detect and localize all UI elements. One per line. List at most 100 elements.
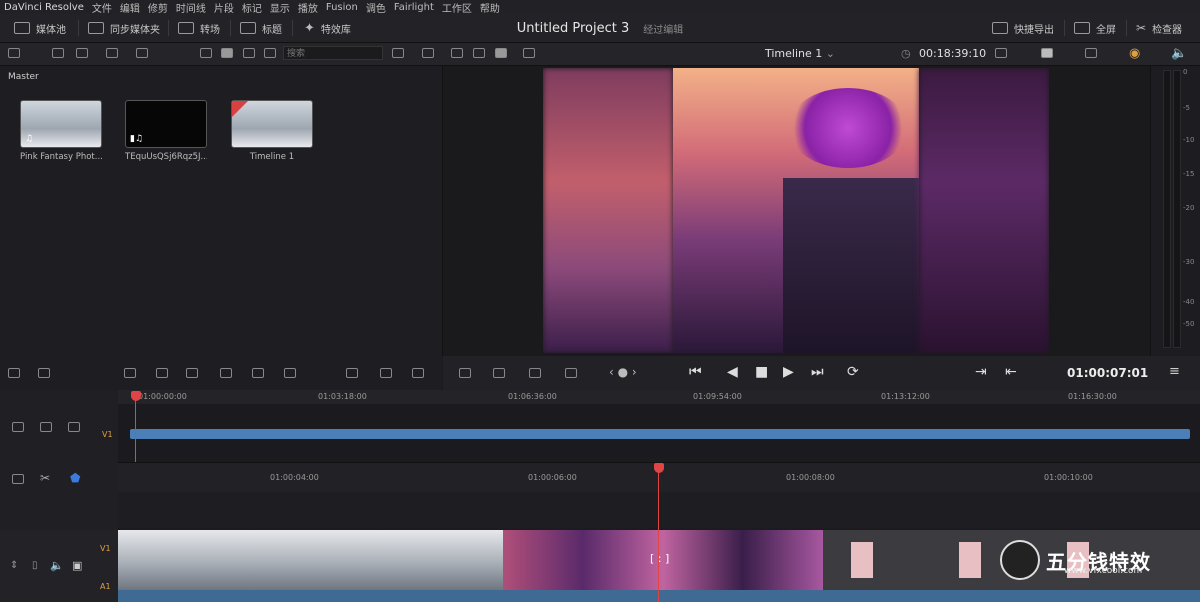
play-icon[interactable]: ▶ [783,364,794,380]
layout-icon[interactable] [523,48,535,58]
menu-timeline[interactable]: 时间线 [176,0,206,15]
filmstrip-view-icon[interactable] [243,48,255,58]
sync-icon[interactable] [106,48,118,58]
media-pool-label: 媒体池 [36,24,66,36]
lock-icon[interactable]: ▯ [32,560,38,571]
empty-track-area[interactable] [118,492,1200,528]
stop-icon[interactable]: ■ [755,364,768,380]
media-clip[interactable]: Timeline 1 [231,100,313,162]
audio-note-icon: ▮♫ [130,134,144,144]
speaker-icon[interactable]: 🔈 [50,559,64,572]
menu-icon[interactable]: ≡ [1169,364,1180,379]
inspector-button[interactable]: ✂ 检查器 [1136,14,1182,42]
metadata-view-icon[interactable] [200,48,212,58]
import-icon[interactable] [76,48,88,58]
app-name[interactable]: DaVinci Resolve [4,2,84,13]
fx-icon[interactable] [493,368,505,378]
overview-playhead[interactable] [135,398,136,462]
play-reverse-icon[interactable]: ◀ [727,364,738,380]
track-dest-icon[interactable] [12,422,24,432]
menu-fairlight[interactable]: Fairlight [394,2,434,13]
jog-control[interactable]: ‹ ● › [609,365,637,379]
ruler-label: 01:09:54:00 [693,392,742,401]
viewer-mode-3-icon[interactable] [495,48,507,58]
new-file-icon[interactable] [52,48,64,58]
audio-insert-icon[interactable] [38,368,50,378]
smart-insert-icon[interactable] [124,368,136,378]
media-pool-button[interactable]: 媒体池 [14,14,66,42]
menu-view[interactable]: 显示 [270,0,290,15]
insert-icon[interactable] [8,368,20,378]
overview-ruler[interactable]: 01:00:00:00 01:03:18:00 01:06:36:00 01:0… [118,390,1200,404]
scissors-icon[interactable]: ✂ [40,471,50,485]
overview-playhead-cap[interactable] [131,391,141,401]
transitions-button[interactable]: 转场 [178,14,220,42]
append-icon[interactable] [156,368,168,378]
sort-icon[interactable] [392,48,404,58]
viewer-frame[interactable] [543,68,1049,353]
mark-in-icon[interactable]: ⇥ [975,364,987,380]
place-on-top-icon[interactable] [252,368,264,378]
play-mode-icon[interactable] [565,368,577,378]
effects-button[interactable]: ✦ 特效库 [304,14,351,42]
skip-to-end-icon[interactable]: ⏭ [811,364,824,380]
transform-icon[interactable] [1085,48,1097,58]
ripple-overwrite-icon[interactable] [186,368,198,378]
timeline-playhead[interactable] [658,470,659,602]
menu-clip[interactable]: 片段 [214,0,234,15]
track-output-icon[interactable] [68,422,80,432]
timeline-playhead-cap[interactable] [654,463,664,473]
speaker-icon[interactable]: 🔈 [1171,46,1187,61]
overview-track[interactable] [118,404,1200,462]
toolbar-divider [168,20,169,36]
fx-2-icon[interactable] [529,368,541,378]
track-label-a1: A1 [100,582,111,591]
close-up-icon[interactable] [220,368,232,378]
menu-fusion[interactable]: Fusion [326,2,358,13]
quick-export-button[interactable]: 快捷导出 [992,14,1054,42]
link-icon[interactable] [136,48,148,58]
box-icon[interactable] [412,368,424,378]
refresh-icon[interactable] [422,48,434,58]
clouds-clip[interactable] [118,530,503,590]
viewer-mode-2-icon[interactable] [473,48,485,58]
menu-trim[interactable]: 修剪 [148,0,168,15]
monitor-icon[interactable]: ▣ [72,559,82,572]
titles-button[interactable]: 标题 [240,14,282,42]
settings-sliders-icon[interactable] [459,368,471,378]
menu-mark[interactable]: 标记 [242,0,262,15]
track-lock-icon[interactable] [40,422,52,432]
meter-tick: -40 [1183,298,1195,306]
timeline-selector[interactable]: Timeline 1 ⌄ [765,47,835,60]
zoom-icon[interactable] [995,48,1007,58]
media-clip[interactable]: ▮♫ TEquUsQSj6Rqz5J... [125,100,207,162]
thumbnail-view-icon[interactable] [221,48,233,58]
loop-icon[interactable]: ⟳ [847,364,859,380]
mark-out-icon[interactable]: ⇤ [1005,364,1017,380]
output-icon[interactable] [1041,48,1053,58]
menu-workspace[interactable]: 工作区 [442,0,472,15]
track-icon[interactable] [346,368,358,378]
audio-clip-strip[interactable] [118,590,1200,602]
overview-clip-bar[interactable] [130,429,1190,439]
fullscreen-button[interactable]: 全屏 [1074,14,1116,42]
color-wheel-icon[interactable]: ◉ [1129,46,1140,61]
viewer-mode-icon[interactable] [451,48,463,58]
menu-color[interactable]: 调色 [366,0,386,15]
menu-file[interactable]: 文件 [92,0,112,15]
panel-toggle-icon[interactable] [8,48,20,58]
menu-edit[interactable]: 编辑 [120,0,140,15]
shield-icon[interactable]: ⬟ [70,471,80,485]
list-view-icon[interactable] [264,48,276,58]
move-icon[interactable]: ⇕ [10,560,18,571]
sync-bin-button[interactable]: 同步媒体夹 [88,14,160,42]
source-overwrite-icon[interactable] [284,368,296,378]
timeline-view-icon[interactable] [12,474,24,484]
bin-name[interactable]: Master [8,72,39,82]
menu-playback[interactable]: 播放 [298,0,318,15]
search-input[interactable] [283,46,383,60]
media-clip[interactable]: ♫ Pink Fantasy Phot... [20,100,102,162]
skip-to-start-icon[interactable]: ⏮ [689,364,702,380]
menu-help[interactable]: 帮助 [480,0,500,15]
clip-icon[interactable] [380,368,392,378]
